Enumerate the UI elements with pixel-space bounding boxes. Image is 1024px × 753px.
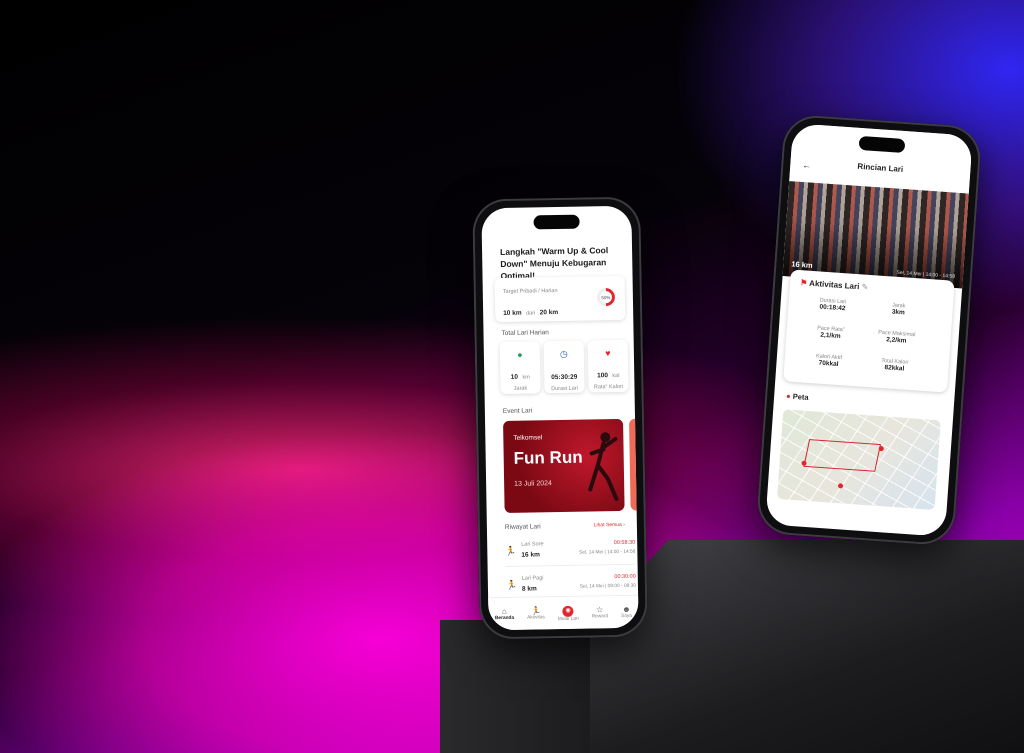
- history-distance: 8 km: [521, 585, 537, 593]
- history-distance: 16 km: [521, 551, 540, 559]
- page-title: Rincian Lari: [857, 161, 904, 174]
- map-header: ● Peta: [786, 391, 809, 402]
- history-date: Sel, 14 Mei | 08:00 - 08:30: [579, 583, 636, 590]
- target-current: 10 km: [503, 309, 522, 317]
- metric: Pace Maksimal 2,2/km: [866, 329, 927, 346]
- stat-unit: km: [522, 374, 530, 381]
- metric: Kalori Aktif 70kkal: [798, 352, 859, 369]
- run-detail-screen: ← Rincian Lari 16 km Sel, 14 Mei | 14:00…: [765, 123, 973, 537]
- nav-mulai-lari[interactable]: ◉ Mulai Lari: [557, 604, 579, 622]
- target-goal: 20 km: [539, 309, 559, 317]
- bottom-nav: ⌂ Beranda 🏃 Aktivitas ◉ Mulai Lari ☆ Reward …: [488, 594, 639, 631]
- nav-aktivitas[interactable]: 🏃 Aktivitas: [527, 606, 545, 620]
- edit-icon[interactable]: ✎: [861, 282, 868, 291]
- activity-card: ⚑ Aktivitas Lari ✎ Durasi Lari 00:18:42 J…: [783, 269, 955, 393]
- see-all-link[interactable]: Lihat Semua ›: [594, 522, 625, 529]
- event-section-title: Event Lari: [502, 407, 533, 415]
- map-marker: [878, 445, 884, 452]
- stat-calories: ♥ 100 kal Rata" Kalori: [587, 339, 629, 393]
- dynamic-island: [533, 214, 580, 230]
- event-title: Fun Run: [513, 447, 583, 468]
- phone-run-detail: ← Rincian Lari 16 km Sel, 14 Mei | 14:00…: [755, 113, 983, 547]
- nav-label: Mulai Lari: [557, 616, 579, 622]
- nav-beranda[interactable]: ⌂ Beranda: [495, 607, 514, 621]
- runner-icon: 🏃: [505, 579, 518, 590]
- photo-distance: 16 km: [791, 259, 813, 270]
- location-pin-icon: ●: [517, 349, 523, 360]
- user-icon: ☻: [622, 604, 631, 614]
- background-scene: Langkah "Warm Up & Cool Down" Menuju Keb…: [0, 0, 1024, 753]
- progress-ring: 50%: [596, 288, 616, 307]
- nav-saya[interactable]: ☻ Saya: [621, 605, 632, 619]
- route-map[interactable]: [776, 409, 941, 511]
- map-pin-icon: ●: [785, 391, 792, 401]
- target-label: Target Pribadi / Harian: [502, 288, 558, 295]
- run-icon: ⚑: [799, 278, 808, 288]
- metric: Pace Rata" 2,1/km: [800, 324, 861, 341]
- start-run-icon: ◉: [562, 605, 574, 617]
- history-date: Sel, 14 Mei | 14:00 - 14:58: [579, 549, 636, 556]
- activity-header: ⚑ Aktivitas Lari ✎: [800, 278, 869, 292]
- activity-title: Aktivitas Lari: [808, 278, 860, 292]
- metric: Total Kalori 82kkal: [864, 357, 925, 374]
- history-name: Lari Sore: [521, 541, 544, 548]
- next-event-card[interactable]: [629, 418, 639, 511]
- stat-unit: kal: [612, 372, 620, 380]
- stat-value: 10: [510, 373, 519, 381]
- nav-label: Reward: [591, 614, 609, 620]
- history-duration: 00:58:30: [613, 539, 636, 547]
- clock-icon: ◷: [559, 348, 568, 359]
- target-card[interactable]: Target Pribadi / Harian 10 km dari 20 km…: [494, 275, 626, 323]
- history-name: Lari Pagi: [521, 575, 544, 582]
- metric: Durasi Lari 00:18:42: [802, 296, 863, 313]
- runner-icon: 🏃: [530, 606, 541, 616]
- target-of: dari: [526, 310, 536, 317]
- route-line: [803, 439, 882, 472]
- runner-illustration: [588, 432, 619, 502]
- event-banner[interactable]: Telkomsel Fun Run 13 Juli 2024: [503, 418, 625, 513]
- nav-reward[interactable]: ☆ Reward: [591, 605, 609, 620]
- home-icon: ⌂: [501, 606, 507, 617]
- stats-row: ● 10 km Jarak ◷ 05:30:29 Durasi Lari ♥ 1…: [499, 339, 631, 395]
- progress-percent: 50%: [599, 291, 613, 304]
- stat-label: Rata" Kalori: [593, 383, 624, 391]
- pedestal-side: [590, 540, 1024, 753]
- map-title: Peta: [792, 391, 809, 402]
- nav-label: Beranda: [494, 615, 515, 622]
- heart-rate-icon: ♥: [605, 348, 611, 359]
- stat-value: 05:30:29: [551, 373, 578, 382]
- nav-label: Aktivitas: [527, 615, 545, 621]
- nav-label: Saya: [620, 613, 632, 619]
- trophy-icon: ☆: [596, 605, 604, 615]
- see-all-label: Lihat Semua: [593, 521, 622, 529]
- stat-label: Durasi Lari: [551, 385, 578, 393]
- metrics-grid: Durasi Lari 00:18:42 Jarak 3km Pace Rata" 2…: [803, 296, 943, 372]
- stat-value: 100: [597, 372, 609, 380]
- event-date: 13 Juli 2024: [514, 480, 552, 488]
- total-section-title: Total Lari Harian: [501, 329, 549, 338]
- history-item[interactable]: 🏃 Lari Sore 16 km 00:58:30 Sel, 14 Mei |…: [505, 537, 636, 567]
- stat-label: Jarak: [513, 385, 528, 392]
- map-section: ● Peta: [774, 389, 947, 521]
- event-brand: Telkomsel: [513, 434, 543, 442]
- runner-icon: 🏃: [505, 545, 517, 556]
- map-marker: [837, 483, 844, 489]
- home-screen: Langkah "Warm Up & Cool Down" Menuju Keb…: [481, 205, 639, 631]
- stat-duration: ◷ 05:30:29 Durasi Lari: [543, 340, 585, 394]
- history-duration: 00:30:00: [614, 573, 636, 581]
- metric: Jarak 3km: [868, 301, 929, 318]
- history-section-title: Riwayat Lari: [504, 523, 541, 531]
- phone-home: Langkah "Warm Up & Cool Down" Menuju Keb…: [472, 196, 648, 640]
- stat-distance: ● 10 km Jarak: [499, 341, 541, 395]
